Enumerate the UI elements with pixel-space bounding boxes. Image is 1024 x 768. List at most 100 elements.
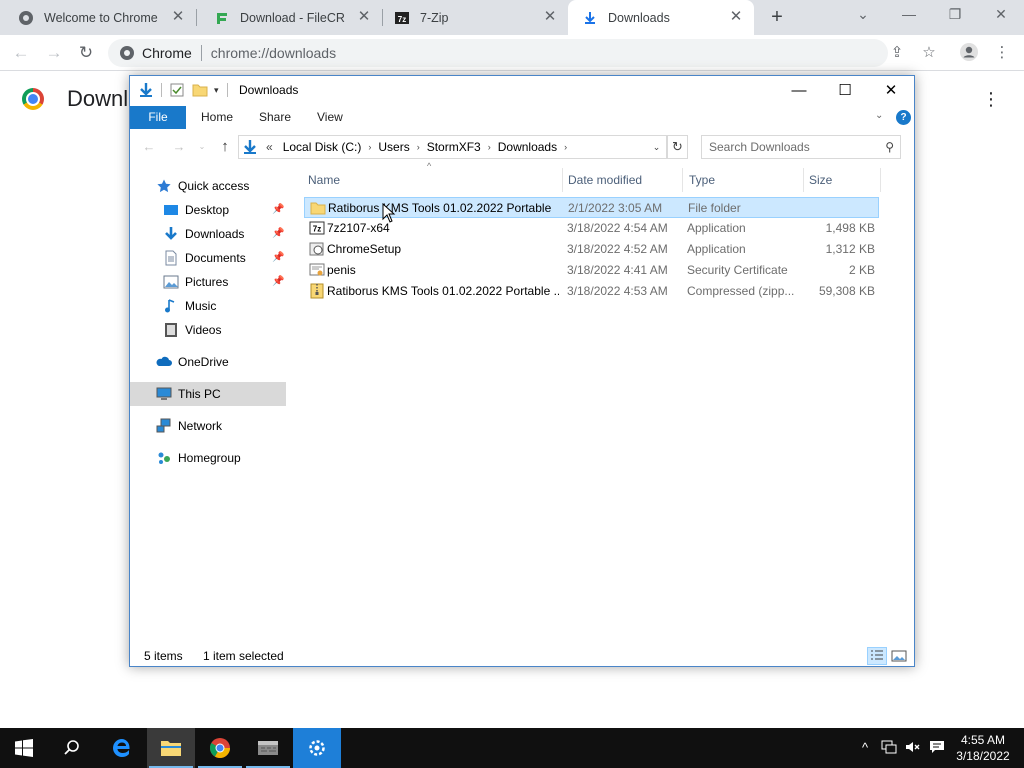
back-icon[interactable]: ← <box>10 42 32 64</box>
column-header-size[interactable]: Size <box>805 168 880 192</box>
profile-avatar-icon[interactable] <box>958 42 980 64</box>
breadcrumb-downloads[interactable]: Downloads <box>493 140 562 154</box>
nav-desktop[interactable]: Desktop 📌 <box>130 198 286 222</box>
close-window-icon[interactable]: ✕ <box>989 6 1013 26</box>
tab-view[interactable]: View <box>317 106 343 129</box>
notifications-icon[interactable] <box>928 740 946 756</box>
tab-download-filecr[interactable]: Download - FileCR ✕ <box>196 0 382 35</box>
close-tab-icon[interactable]: ✕ <box>170 9 186 25</box>
file-row[interactable]: Ratiborus KMS Tools 01.02.2022 Portable … <box>304 281 879 302</box>
volume-muted-icon[interactable] <box>904 740 922 756</box>
pin-icon[interactable]: 📌 <box>272 204 284 215</box>
forward-icon[interactable]: → <box>170 137 188 157</box>
breadcrumb-chevron-icon[interactable]: › <box>562 142 569 152</box>
show-hidden-icons-chevron-icon[interactable]: ^ <box>856 740 874 756</box>
file-size: 59,308 KB <box>818 284 875 298</box>
column-divider[interactable] <box>682 168 683 192</box>
help-icon[interactable]: ? <box>896 110 911 125</box>
column-divider[interactable] <box>562 168 563 192</box>
close-icon[interactable]: ✕ <box>868 78 914 104</box>
file-explorer-taskbar-icon[interactable] <box>147 728 195 768</box>
bookmark-star-icon[interactable]: ☆ <box>918 42 940 64</box>
minimize-icon[interactable]: — <box>897 6 921 26</box>
recent-locations-chevron-icon[interactable]: ⌄ <box>193 137 211 157</box>
file-row[interactable]: ChromeSetup 3/18/2022 4:52 AM Applicatio… <box>304 239 879 260</box>
explorer-title-bar: ▾ Downloads — ☐ ✕ <box>130 76 914 106</box>
breadcrumb-chevron-icon[interactable]: › <box>486 142 493 152</box>
minimize-icon[interactable]: — <box>776 78 822 104</box>
forward-icon[interactable]: → <box>43 42 65 64</box>
tab-welcome-to-chrome[interactable]: Welcome to Chrome ✕ <box>0 0 196 35</box>
share-icon[interactable]: ⇪ <box>886 42 908 64</box>
tab-share[interactable]: Share <box>259 106 291 129</box>
nav-music[interactable]: Music <box>130 294 286 318</box>
settings-taskbar-icon[interactable] <box>293 728 341 768</box>
nav-pictures[interactable]: Pictures 📌 <box>130 270 286 294</box>
refresh-icon[interactable]: ↻ <box>667 135 688 159</box>
up-one-level-icon[interactable]: ↑ <box>216 137 234 157</box>
breadcrumb-chevron-icon[interactable]: › <box>366 142 373 152</box>
search-icon[interactable] <box>48 728 96 768</box>
column-divider[interactable] <box>803 168 804 192</box>
svg-text:7z: 7z <box>398 15 406 24</box>
nav-this-pc[interactable]: This PC <box>130 382 286 406</box>
downloads-menu-icon[interactable]: ⋮ <box>982 88 1000 110</box>
nav-documents[interactable]: Documents 📌 <box>130 246 286 270</box>
tab-7zip[interactable]: 7z 7-Zip ✕ <box>382 0 568 35</box>
details-view-icon[interactable] <box>867 647 887 665</box>
pin-icon[interactable]: 📌 <box>272 276 284 287</box>
nav-label: Network <box>178 419 223 433</box>
file-row[interactable]: penis 3/18/2022 4:41 AM Security Certifi… <box>304 260 879 281</box>
tab-home[interactable]: Home <box>201 106 233 129</box>
search-input[interactable]: Search Downloads ⚲ <box>701 135 901 159</box>
close-tab-icon[interactable]: ✕ <box>356 9 372 25</box>
reload-icon[interactable]: ↻ <box>75 42 97 64</box>
close-tab-icon[interactable]: ✕ <box>542 9 558 25</box>
tab-downloads[interactable]: Downloads ✕ <box>568 0 754 35</box>
back-icon[interactable]: ← <box>140 137 158 157</box>
nav-onedrive[interactable]: OneDrive <box>130 350 286 374</box>
breadcrumb-chevron-icon[interactable]: › <box>415 142 422 152</box>
maximize-icon[interactable]: ☐ <box>822 78 868 104</box>
close-tab-icon[interactable]: ✕ <box>728 9 744 25</box>
clock-date: 3/18/2022 <box>956 749 1010 763</box>
column-header-date-modified[interactable]: Date modified <box>564 168 682 192</box>
pin-icon[interactable]: 📌 <box>272 228 284 239</box>
nav-downloads[interactable]: Downloads 📌 <box>130 222 286 246</box>
pin-icon[interactable]: 📌 <box>272 252 284 263</box>
nav-quick-access[interactable]: Quick access <box>130 174 286 198</box>
clock-time: 4:55 AM <box>960 733 1006 747</box>
chrome-icon <box>18 10 34 26</box>
customize-toolbar-chevron-icon[interactable]: ▾ <box>214 85 219 96</box>
large-icons-view-icon[interactable] <box>889 647 909 665</box>
chrome-menu-icon[interactable]: ⋮ <box>991 42 1013 64</box>
start-button[interactable] <box>0 728 48 768</box>
expand-ribbon-chevron-icon[interactable]: ⌄ <box>875 110 883 121</box>
chrome-taskbar-icon[interactable] <box>196 728 244 768</box>
column-header-name[interactable]: Name <box>304 168 562 192</box>
breadcrumb-stormxf3[interactable]: StormXF3 <box>422 140 486 154</box>
breadcrumb-local-disk[interactable]: Local Disk (C:) <box>278 140 367 154</box>
breadcrumb-users[interactable]: Users <box>373 140 414 154</box>
breadcrumb[interactable]: « Local Disk (C:) › Users › StormXF3 › D… <box>238 135 688 159</box>
nav-homegroup[interactable]: Homegroup <box>130 446 286 470</box>
new-tab-icon[interactable]: + <box>766 7 788 29</box>
nav-network[interactable]: Network <box>130 414 286 438</box>
column-header-type[interactable]: Type <box>685 168 803 192</box>
new-folder-icon[interactable] <box>192 83 208 97</box>
address-history-chevron-icon[interactable]: ⌄ <box>647 135 667 159</box>
nav-label: Downloads <box>185 227 245 241</box>
restore-icon[interactable]: ❐ <box>943 6 967 26</box>
nav-videos[interactable]: Videos <box>130 318 286 342</box>
tab-search-chevron-icon[interactable]: ⌄ <box>851 6 875 26</box>
address-bar[interactable]: Chrome chrome://downloads <box>108 39 888 67</box>
breadcrumb-overflow[interactable]: « <box>258 140 278 154</box>
network-tray-icon[interactable] <box>880 740 898 756</box>
tab-file[interactable]: File <box>130 106 186 129</box>
edge-icon[interactable] <box>98 728 146 768</box>
column-divider[interactable] <box>880 168 881 192</box>
ratiborus-kms-taskbar-icon[interactable] <box>244 728 292 768</box>
file-type: File folder <box>688 201 741 215</box>
clock[interactable]: 4:55 AM 3/18/2022 <box>955 732 1011 764</box>
properties-icon[interactable] <box>170 83 184 97</box>
